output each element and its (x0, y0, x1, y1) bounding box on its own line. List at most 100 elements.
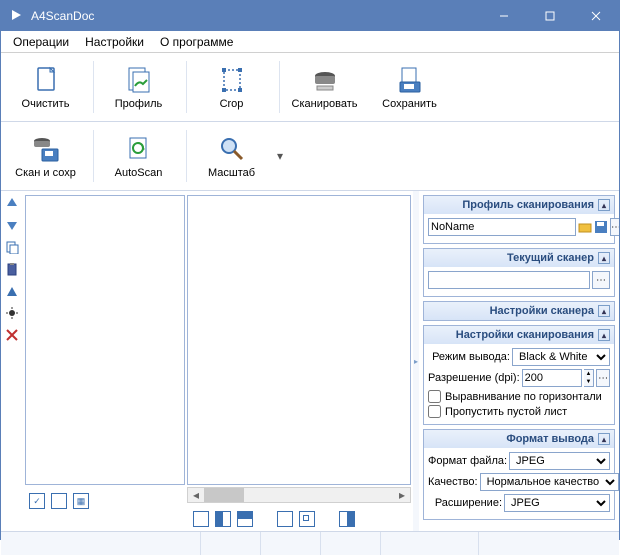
output-mode-select[interactable]: Black & White (512, 348, 610, 366)
properties-panel: Профиль сканирования ▴ ⋯ Текущий сканер … (419, 191, 619, 531)
profile-name-input[interactable] (428, 218, 576, 236)
collapse-icon[interactable]: ▴ (598, 199, 610, 211)
status-cell-2 (201, 532, 261, 555)
skip-blank-checkbox[interactable] (428, 405, 441, 418)
panel-output-format-header[interactable]: Формат вывода ▴ (424, 430, 614, 448)
layout-3-icon[interactable] (237, 511, 253, 527)
collapse-icon[interactable]: ▴ (598, 433, 610, 445)
profile-icon (123, 64, 155, 96)
align-checkbox[interactable] (428, 390, 441, 403)
menubar: Операции Настройки О программе (1, 31, 619, 53)
arrow-down-icon[interactable] (4, 217, 20, 233)
collapse-icon[interactable]: ▴ (598, 252, 610, 264)
layout-6-icon[interactable] (339, 511, 355, 527)
close-button[interactable] (573, 1, 619, 31)
horizontal-scrollbar[interactable]: ◂ ▸ (187, 487, 411, 503)
dpi-more-button[interactable]: ⋯ (596, 369, 610, 387)
separator (90, 61, 94, 113)
dpi-input[interactable] (522, 369, 582, 387)
save-button[interactable]: Сохранить (367, 57, 452, 117)
dpi-label: Разрешение (dpi): (428, 372, 520, 384)
scroll-right-icon[interactable]: ▸ (394, 488, 410, 502)
quality-select[interactable]: Нормальное качество (480, 473, 619, 491)
magnifier-icon (216, 133, 248, 165)
align-label: Выравнивание по горизонтали (445, 391, 602, 403)
statusbar (1, 531, 619, 555)
menu-operations[interactable]: Операции (5, 33, 77, 51)
scan-save-label: Скан и сохр (15, 167, 76, 179)
panel-output-format: Формат вывода ▴ Формат файла: JPEG Качес… (423, 429, 615, 520)
scroll-left-icon[interactable]: ◂ (188, 488, 204, 502)
scan-label: Сканировать (292, 98, 358, 110)
panel-scan-settings-title: Настройки сканирования (428, 329, 598, 341)
floppy-icon[interactable] (594, 218, 608, 236)
skip-label: Пропустить пустой лист (445, 406, 567, 418)
scroll-track[interactable] (204, 488, 394, 502)
window-title: A4ScanDoc (31, 9, 481, 23)
panel-scanner-settings-title: Настройки сканера (428, 305, 598, 317)
side-toolbar (1, 191, 23, 531)
view-checked-icon[interactable]: ✓ (29, 493, 45, 509)
crop-button[interactable]: Crop (189, 57, 274, 117)
panel-scanner-settings-header[interactable]: Настройки сканера ▴ (424, 302, 614, 320)
status-cell-4 (321, 532, 381, 555)
extension-select[interactable]: JPEG (504, 494, 610, 512)
profile-button[interactable]: Профиль (96, 57, 181, 117)
layout-5-icon[interactable] (299, 511, 315, 527)
view-grid-icon[interactable]: ▦ (73, 493, 89, 509)
clipboard-icon[interactable] (4, 261, 20, 277)
delete-icon[interactable] (4, 327, 20, 343)
preview-pane[interactable] (187, 195, 411, 485)
autoscan-icon (123, 133, 155, 165)
autoscan-button[interactable]: AutoScan (96, 126, 181, 186)
menu-about[interactable]: О программе (152, 33, 241, 51)
file-format-select[interactable]: JPEG (509, 452, 610, 470)
layout-4-icon[interactable] (277, 511, 293, 527)
spacer (321, 511, 333, 527)
panel-scanner-settings: Настройки сканера ▴ (423, 301, 615, 321)
status-cell-6 (479, 532, 619, 555)
zoom-button[interactable]: Масштаб (189, 126, 274, 186)
scan-save-button[interactable]: Скан и сохр (3, 126, 88, 186)
status-cell-3 (261, 532, 321, 555)
panel-scan-profile: Профиль сканирования ▴ ⋯ (423, 195, 615, 244)
panel-scan-profile-header[interactable]: Профиль сканирования ▴ (424, 196, 614, 214)
panel-current-scanner-title: Текущий сканер (428, 252, 598, 264)
scanner-browse-button[interactable]: ⋯ (592, 271, 610, 289)
preview-pane-container: ◂ ▸ (187, 195, 411, 503)
rotate-icon[interactable] (4, 283, 20, 299)
toolbar-2: Скан и сохр AutoScan Масштаб ▾ (1, 122, 619, 191)
maximize-button[interactable] (527, 1, 573, 31)
layout-1-icon[interactable] (193, 511, 209, 527)
clear-button[interactable]: Очистить (3, 57, 88, 117)
extension-label: Расширение: (428, 497, 502, 509)
collapse-icon[interactable]: ▴ (598, 329, 610, 341)
collapse-icon[interactable]: ▴ (598, 305, 610, 317)
panel-current-scanner-header[interactable]: Текущий сканер ▴ (424, 249, 614, 267)
scanner-icon (309, 64, 341, 96)
profile-more-button[interactable]: ⋯ (610, 218, 619, 236)
separator (183, 130, 187, 182)
panel-scan-profile-title: Профиль сканирования (428, 199, 598, 211)
scroll-thumb[interactable] (204, 488, 244, 502)
output-mode-label: Режим вывода: (428, 351, 510, 363)
folder-icon[interactable] (578, 218, 592, 236)
brightness-icon[interactable] (4, 305, 20, 321)
status-cell-1 (1, 532, 201, 555)
separator (90, 130, 94, 182)
copy-icon[interactable] (4, 239, 20, 255)
scan-button[interactable]: Сканировать (282, 57, 367, 117)
layout-2-icon[interactable] (215, 511, 231, 527)
minimize-button[interactable] (481, 1, 527, 31)
scanner-input[interactable] (428, 271, 590, 289)
dpi-spinner[interactable]: ▲▼ (584, 369, 595, 387)
clear-label: Очистить (22, 98, 70, 110)
zoom-dropdown[interactable]: ▾ (274, 126, 286, 186)
view-mode-1-icon[interactable] (51, 493, 67, 509)
save-icon (394, 64, 426, 96)
thumbnail-pane[interactable] (25, 195, 185, 485)
panel-scan-settings-header[interactable]: Настройки сканирования ▴ (424, 326, 614, 344)
panel-scan-settings: Настройки сканирования ▴ Режим вывода: B… (423, 325, 615, 425)
menu-settings[interactable]: Настройки (77, 33, 152, 51)
arrow-up-icon[interactable] (4, 195, 20, 211)
